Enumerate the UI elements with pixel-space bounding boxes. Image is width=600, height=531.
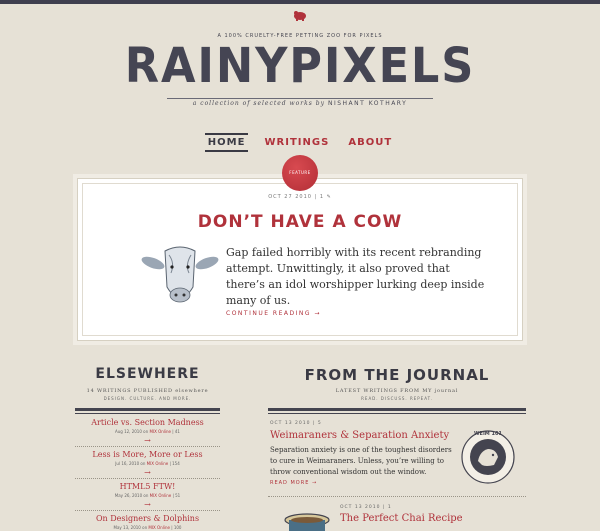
journal-post-excerpt: Separation anxiety is one of the toughes…	[270, 446, 452, 476]
elsewhere-item-meta: Aug 12, 2010 on MIX Online | 41	[115, 429, 180, 434]
nav-home[interactable]: HOME	[204, 133, 249, 152]
main-nav: HOME WRITINGS ABOUT	[0, 130, 600, 152]
post-divider	[268, 496, 526, 497]
journal-post-title[interactable]: The Perfect Chai Recipe	[340, 513, 463, 524]
site-byline: a collection of selected works by NISHAN…	[0, 100, 600, 107]
byline-prefix: a collection of selected works by	[192, 100, 326, 107]
elsewhere-item-title[interactable]: On Designers & Dolphins	[75, 514, 220, 523]
feature-seal: FEATURE	[282, 155, 318, 191]
elsewhere-item-title[interactable]: Article vs. Section Madness	[75, 418, 220, 427]
arrow-right-icon[interactable]: →	[75, 468, 220, 477]
list-item[interactable]: Less is More, More or Less Jul 16, 2010 …	[75, 450, 220, 477]
elsewhere-subtitle: 14 WRITINGS PUBLISHED elsewhere	[86, 388, 209, 394]
item-divider	[75, 446, 220, 447]
arrow-right-icon[interactable]: →	[75, 500, 220, 509]
journal-rule-thick	[268, 408, 526, 411]
journal-subtitle: LATEST WRITINGS FROM MY journal	[335, 388, 459, 394]
journal-tagline: READ. DISCUSS. REPEAT.	[361, 396, 433, 401]
featured-title[interactable]: DON’T HAVE A COW	[78, 212, 522, 232]
list-item[interactable]: Article vs. Section Madness Aug 12, 2010…	[75, 418, 220, 445]
logo-divider	[167, 98, 433, 99]
elsewhere-item-title[interactable]: HTML5 FTW!	[75, 482, 220, 491]
item-divider	[75, 478, 220, 479]
journal-post-meta: OCT 13 2010 | 1	[340, 505, 392, 510]
nav-writings[interactable]: WRITINGS	[262, 135, 333, 150]
elsewhere-item-meta: May 26, 2010 on MIX Online | 51	[114, 493, 181, 498]
featured-meta: OCT 27 2010 | 1 ✎	[268, 194, 332, 200]
author-name: NISHANT KOTHARY	[327, 100, 408, 107]
elsewhere-item-title[interactable]: Less is More, More or Less	[75, 450, 220, 459]
elsewhere-item-meta: May 13, 2010 on MIX Online | 100	[113, 525, 182, 530]
arrow-right-icon[interactable]: →	[75, 436, 220, 445]
list-item[interactable]: HTML5 FTW! May 26, 2010 on MIX Online | …	[75, 482, 220, 509]
cow-illustration	[141, 246, 219, 303]
nav-about[interactable]: ABOUT	[345, 135, 395, 150]
journal-rule-thin	[268, 413, 526, 414]
pig-icon	[294, 11, 306, 21]
elsewhere-rule-thin	[75, 413, 220, 414]
featured-article: OCT 27 2010 | 1 ✎ DON’T HAVE A COW Gap f…	[77, 178, 523, 341]
dog-badge-icon	[461, 430, 515, 484]
journal-post-title[interactable]: Weimaraners & Separation Anxiety	[270, 430, 449, 441]
site-logo[interactable]: RAINYPIXELS	[21, 38, 579, 94]
featured-excerpt: Gap failed horribly with its recent rebr…	[226, 246, 485, 307]
list-item[interactable]: On Designers & Dolphins May 13, 2010 on …	[75, 514, 220, 530]
read-more-link[interactable]: READ MORE →	[270, 480, 317, 486]
elsewhere-item-meta: Jul 16, 2010 on MIX Online | 154	[115, 461, 180, 466]
continue-reading-link[interactable]: CONTINUE READING →	[226, 310, 321, 317]
journal-heading: FROM THE JOURNAL	[304, 366, 490, 384]
elsewhere-tagline: DESIGN. CULTURE. AND MORE.	[103, 396, 192, 401]
top-border	[0, 0, 600, 4]
chai-cup-icon	[284, 513, 330, 531]
elsewhere-rule-thick	[75, 408, 220, 411]
journal-post-meta: OCT 13 2010 | 5	[270, 421, 322, 426]
elsewhere-heading: ELSEWHERE	[95, 366, 200, 382]
item-divider	[75, 510, 220, 511]
badge-label: WEIM 101	[474, 431, 502, 437]
